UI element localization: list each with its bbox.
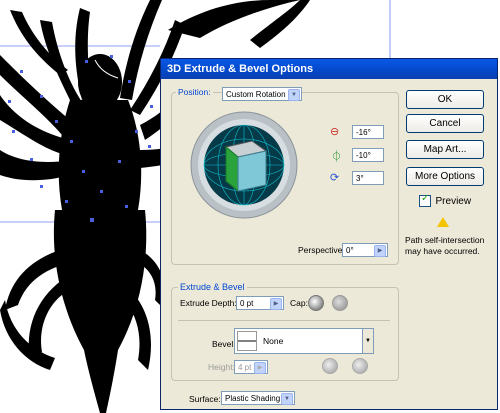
x-axis-rotation-icon: ⊖: [330, 126, 340, 138]
checkbox-icon: ✓: [419, 193, 431, 207]
cap-on-icon[interactable]: [308, 295, 324, 311]
chevron-down-icon: ▼: [288, 89, 300, 101]
warning-text-line-1: Path self-intersection: [405, 235, 485, 245]
bevel-select[interactable]: None ▼: [234, 328, 374, 354]
chevron-down-icon: ▼: [281, 393, 293, 405]
position-select[interactable]: Custom Rotation ▼: [222, 87, 302, 101]
y-axis-rotation-icon: ⏀: [331, 151, 342, 163]
y-rotation-field[interactable]: -10°: [352, 148, 384, 162]
preview-checkbox[interactable]: ✓ Preview: [419, 193, 471, 207]
ok-button[interactable]: OK: [406, 90, 484, 109]
chevron-right-icon: ▶: [374, 245, 386, 257]
x-rotation-field[interactable]: -16°: [352, 125, 384, 139]
warning-icon: [437, 217, 449, 227]
bevel-label: Bevel:: [212, 339, 236, 349]
bevel-extent-out-icon[interactable]: [322, 358, 338, 374]
height-label: Height:: [208, 362, 235, 372]
extrude-bevel-dialog: 3D Extrude & Bevel Options Position: Cus…: [160, 58, 498, 410]
chevron-right-icon: ▶: [254, 362, 266, 374]
surface-select[interactable]: Plastic Shading ▼: [221, 391, 295, 405]
position-group: Position: Custom Rotation ▼ ⊖ -16° ⏀ -10…: [171, 87, 399, 265]
map-art-button[interactable]: Map Art...: [406, 140, 484, 159]
extrude-depth-field[interactable]: 0 pt ▶: [236, 296, 284, 310]
perspective-field[interactable]: 0° ▶: [342, 243, 388, 257]
cancel-button[interactable]: Cancel: [406, 114, 484, 133]
height-field[interactable]: 4 pt ▶: [234, 360, 268, 374]
extrude-bevel-group: Extrude & Bevel Extrude Depth: 0 pt ▶ Ca…: [171, 282, 399, 381]
extrude-bevel-heading: Extrude & Bevel: [178, 282, 247, 292]
extrude-depth-label: Extrude Depth:: [180, 298, 237, 308]
chevron-right-icon: ▶: [270, 298, 282, 310]
cap-label: Cap:: [290, 298, 308, 308]
z-rotation-field[interactable]: 3°: [352, 171, 384, 185]
divider: [178, 320, 390, 321]
more-options-button[interactable]: More Options: [406, 167, 484, 186]
rotation-trackball[interactable]: [190, 111, 298, 219]
bevel-preview-icon: [237, 331, 257, 351]
perspective-label: Perspective:: [298, 245, 345, 255]
chevron-down-icon: ▼: [362, 329, 373, 353]
position-label: Position:: [176, 87, 213, 97]
cap-off-icon[interactable]: [332, 295, 348, 311]
cube-preview: [224, 140, 268, 193]
warning-text-line-2: may have occurred.: [405, 246, 480, 256]
dialog-title[interactable]: 3D Extrude & Bevel Options: [161, 59, 497, 79]
z-axis-rotation-icon: ⟳: [330, 172, 340, 184]
surface-label: Surface:: [189, 394, 221, 404]
bevel-extent-in-icon[interactable]: [352, 358, 368, 374]
